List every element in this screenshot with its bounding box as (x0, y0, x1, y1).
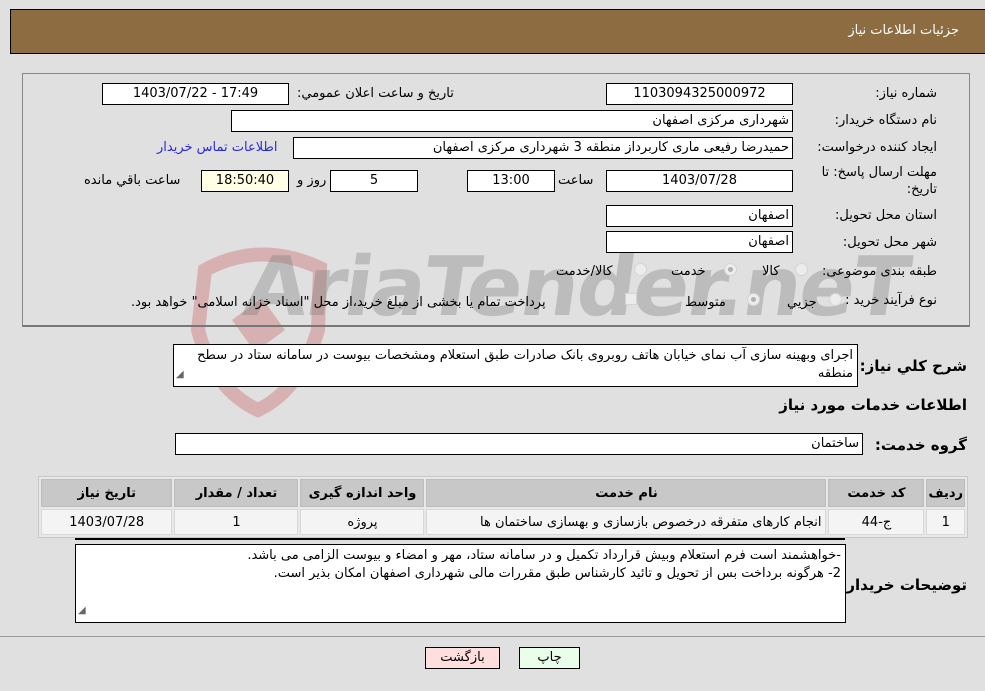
cell-row-number: 1 (926, 509, 965, 535)
buyer-notes-label: توضیحات خریدار: (840, 576, 967, 594)
requester-field[interactable]: حمیدرضا رفیعی ماری کاربرداز منطقه 3 شهرد… (293, 137, 793, 159)
cell-service-code: ج-44 (828, 509, 925, 535)
purchase-radio-minor[interactable] (829, 293, 842, 306)
need-number-field[interactable]: 1103094325000972 (606, 83, 793, 105)
category-radio-service[interactable] (724, 263, 737, 276)
deadline-time-label: ساعت (558, 173, 594, 188)
table-header-row: ردیف کد خدمت نام خدمت واحد اندازه گیری ت… (41, 479, 965, 507)
footer-separator (0, 636, 985, 637)
description-text: اجرای وبهینه سازی آب نمای خیابان هاتف رو… (197, 348, 853, 381)
delivery-province-field[interactable]: اصفهان (606, 205, 793, 227)
cell-unit: پروژه (300, 509, 425, 535)
deadline-time-field[interactable]: 13:00 (467, 170, 555, 192)
deadline-label-date: تاریخ: (906, 182, 937, 197)
page-title: جزئیات اطلاعات نیاز (848, 23, 959, 38)
category-option-goods-service: کالا/خدمت (556, 264, 613, 279)
purchase-type-label: نوع فرآیند خرید : (845, 293, 937, 308)
cell-need-date: 1403/07/28 (41, 509, 173, 535)
buyer-notes-line-1: -خواهشمند است فرم استعلام وبیش قرارداد ت… (247, 548, 841, 563)
page-header: جزئیات اطلاعات نیاز (10, 9, 985, 54)
treasury-checkbox-label: پرداخت تمام یا بخشی از مبلغ خرید،از محل … (131, 295, 546, 310)
description-textarea[interactable]: اجرای وبهینه سازی آب نمای خیابان هاتف رو… (173, 344, 858, 387)
category-label: طبقه بندی موضوعی: (821, 264, 937, 279)
category-option-service: خدمت (671, 264, 706, 279)
need-number-label: شماره نیاز: (875, 86, 937, 101)
table-row: 1 ج-44 انجام کارهای متفرقه درخصوص بازساز… (41, 509, 965, 535)
col-unit: واحد اندازه گیری (300, 479, 425, 507)
delivery-city-label: شهر محل تحویل: (842, 235, 937, 250)
back-button[interactable]: بازگشت (425, 647, 500, 669)
services-section-title: اطلاعات خدمات مورد نیاز (779, 396, 967, 414)
requester-label: ایجاد کننده درخواست: (817, 140, 937, 155)
buyer-contact-link[interactable]: اطلاعات تماس خریدار (157, 140, 277, 155)
resize-grip-icon[interactable]: ◢ (78, 602, 86, 620)
buyer-org-field[interactable]: شهرداری مرکزی اصفهان (231, 110, 793, 132)
days-label: روز و (297, 173, 327, 188)
col-row-number: ردیف (926, 479, 965, 507)
remaining-time-field: 18:50:40 (201, 170, 289, 192)
category-radio-goods[interactable] (795, 263, 808, 276)
purchase-radio-medium[interactable] (747, 293, 760, 306)
service-group-field[interactable]: ساختمان (175, 433, 863, 455)
days-remaining-field[interactable]: 5 (330, 170, 418, 192)
cell-service-name: انجام کارهای متفرقه درخصوص بازسازی و بهس… (426, 509, 827, 535)
purchase-option-minor: جزيي (787, 295, 817, 310)
divider (75, 538, 845, 540)
announce-datetime-field[interactable]: 1403/07/22 - 17:49 (102, 83, 289, 105)
cell-quantity: 1 (174, 509, 299, 535)
delivery-province-label: استان محل تحویل: (835, 208, 937, 223)
remaining-time-label: ساعت باقي مانده (84, 173, 181, 188)
category-option-goods: کالا (762, 264, 780, 279)
deadline-date-field[interactable]: 1403/07/28 (606, 170, 793, 192)
buyer-org-label: نام دستگاه خریدار: (834, 113, 937, 128)
resize-grip-icon[interactable]: ◢ (176, 366, 184, 384)
announce-datetime-label: تاریخ و ساعت اعلان عمومي: (297, 86, 454, 101)
print-button[interactable]: چاپ (519, 647, 580, 669)
treasury-checkbox[interactable] (625, 293, 637, 305)
delivery-city-field[interactable]: اصفهان (606, 231, 793, 253)
services-table: ردیف کد خدمت نام خدمت واحد اندازه گیری ت… (38, 476, 968, 538)
purchase-option-medium: متوسط (685, 295, 726, 310)
service-group-label: گروه خدمت: (874, 436, 967, 454)
col-service-code: کد خدمت (828, 479, 925, 507)
buyer-notes-line-2: 2- هرگونه برداخت بس از تحویل و تائید کار… (273, 566, 841, 581)
col-service-name: نام خدمت (426, 479, 827, 507)
col-need-date: تاریخ نیاز (41, 479, 173, 507)
buyer-notes-textarea[interactable]: -خواهشمند است فرم استعلام وبیش قرارداد ت… (75, 544, 846, 623)
category-radio-goods-service[interactable] (634, 263, 647, 276)
description-label: شرح کلي نیاز: (859, 357, 967, 375)
col-quantity: تعداد / مقدار (174, 479, 299, 507)
deadline-label: مهلت ارسال پاسخ: تا (821, 165, 937, 180)
